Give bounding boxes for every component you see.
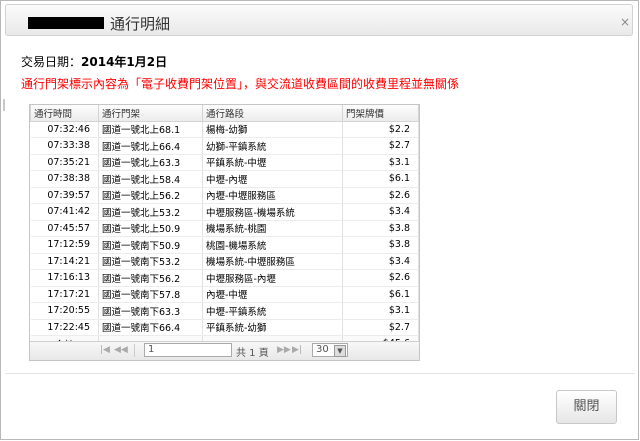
page-number-input[interactable]: 1 (144, 343, 232, 357)
cell-segment: 中壢服務區-內壢 (202, 269, 343, 287)
close-button[interactable]: 關閉 (556, 390, 617, 424)
close-icon[interactable]: × (618, 14, 632, 30)
table-row[interactable]: 07:35:21 國道一號北上63.3 平鎮系統-中壢 $3.1 (30, 154, 419, 171)
cell-gantry: 國道一號南下66.4 (98, 319, 203, 336)
table-row[interactable]: 17:20:55 國道一號南下63.3 中壢-平鎮系統 $3.1 (30, 302, 419, 320)
table-row[interactable]: 17:14:21 國道一號南下53.2 機場系統-中壢服務區 $3.4 (30, 253, 419, 270)
page-size-select[interactable]: 30 ▼ (312, 343, 348, 357)
dialog-title: 通行明細 (110, 15, 171, 33)
cell-price: $2.2 (342, 121, 419, 138)
cell-segment: 桃園-機場系統 (202, 236, 343, 254)
trade-date-label: 交易日期： (21, 55, 82, 69)
cell-price: $6.1 (342, 286, 419, 303)
header-segment[interactable]: 通行路段 (202, 105, 343, 122)
trip-detail-dialog: 通行明細 × 交易日期：2014年1月2日 通行門架標示內容為「電子收費門架位置… (0, 0, 639, 440)
cell-price: $2.7 (342, 319, 419, 336)
cell-gantry: 國道一號北上63.3 (98, 154, 203, 171)
cell-gantry: 國道一號北上53.2 (98, 203, 203, 221)
cell-pass-time: 07:39:57 (30, 187, 99, 204)
cell-pass-time: 07:41:42 (30, 203, 99, 221)
cell-price: $3.8 (342, 220, 419, 237)
cell-price: $2.6 (342, 269, 419, 287)
cell-gantry: 國道一號北上68.1 (98, 121, 203, 138)
cell-pass-time: 07:33:38 (30, 137, 99, 155)
cell-pass-time: 07:35:21 (30, 154, 99, 171)
grid-pager: |◀ ◀◀ 1 共 1 頁 ▶▶ ▶| 30 ▼ (30, 341, 419, 360)
last-page-icon[interactable]: ▶| (292, 345, 302, 355)
table-row[interactable]: 07:33:38 國道一號北上66.4 幼獅-平鎮系統 $2.7 (30, 137, 419, 155)
cell-price: $3.4 (342, 203, 419, 221)
cell-segment: 中壢-平鎮系統 (202, 302, 343, 320)
prev-page-icon[interactable]: ◀◀ (114, 345, 128, 355)
cell-segment: 楊梅-幼獅 (202, 121, 343, 138)
cell-segment: 內壢-中壢服務區 (202, 187, 343, 204)
cell-price: $6.1 (342, 170, 419, 188)
cell-gantry: 國道一號南下57.8 (98, 286, 203, 303)
cell-segment: 機場系統-中壢服務區 (202, 253, 343, 270)
cell-gantry: 國道一號南下63.3 (98, 302, 203, 320)
cell-segment: 機場系統-桃園 (202, 220, 343, 237)
cell-gantry: 國道一號南下56.2 (98, 269, 203, 287)
cell-gantry: 國道一號北上58.4 (98, 170, 203, 188)
table-row[interactable]: 07:38:38 國道一號北上58.4 中壢-內壢 $6.1 (30, 170, 419, 188)
first-page-icon[interactable]: |◀ (100, 345, 110, 355)
cell-pass-time: 17:17:21 (30, 286, 99, 303)
next-page-icon[interactable]: ▶▶ (277, 345, 291, 355)
cell-segment: 平鎮系統-中壢 (202, 154, 343, 171)
pager-divider (134, 344, 135, 357)
table-row[interactable]: 17:16:13 國道一號南下56.2 中壢服務區-內壢 $2.6 (30, 269, 419, 287)
header-pass-time[interactable]: 通行時間 (30, 105, 99, 122)
cell-pass-time: 17:22:45 (30, 319, 99, 336)
cell-pass-time: 07:32:46 (30, 121, 99, 138)
cell-price: $3.4 (342, 253, 419, 270)
cell-gantry: 國道一號北上50.9 (98, 220, 203, 237)
cell-price: $3.1 (342, 302, 419, 320)
trip-table: 通行時間 通行門架 通行路段 門架牌價 07:32:46 國道一號北上68.1 楊梅… (30, 105, 419, 353)
cell-gantry: 國道一號南下50.9 (98, 236, 203, 254)
cell-pass-time: 17:20:55 (30, 302, 99, 320)
table-row[interactable]: 17:17:21 國道一號南下57.8 內壢-中壢 $6.1 (30, 286, 419, 303)
cell-price: $3.8 (342, 236, 419, 254)
cell-pass-time: 17:14:21 (30, 253, 99, 270)
cell-gantry: 國道一號北上66.4 (98, 137, 203, 155)
table-row[interactable]: 07:45:57 國道一號北上50.9 機場系統-桃園 $3.8 (30, 220, 419, 237)
page-count-text: 共 1 頁 (236, 348, 269, 359)
header-price[interactable]: 門架牌價 (342, 105, 419, 122)
cell-pass-time: 07:38:38 (30, 170, 99, 188)
cell-gantry: 國道一號北上56.2 (98, 187, 203, 204)
table-row[interactable]: 17:12:59 國道一號南下50.9 桃園-機場系統 $3.8 (30, 236, 419, 254)
table-row[interactable]: 07:39:57 國道一號北上56.2 內壢-中壢服務區 $2.6 (30, 187, 419, 204)
cell-gantry: 國道一號南下53.2 (98, 253, 203, 270)
header-gantry[interactable]: 通行門架 (98, 105, 203, 122)
footer-divider (5, 373, 635, 374)
cell-segment: 內壢-中壢 (202, 286, 343, 303)
cell-pass-time: 07:45:57 (30, 220, 99, 237)
cell-segment: 中壢服務區-機場系統 (202, 203, 343, 221)
cell-pass-time: 17:12:59 (30, 236, 99, 254)
cell-price: $2.7 (342, 137, 419, 155)
table-row[interactable]: 17:22:45 國道一號南下66.4 平鎮系統-幼獅 $2.7 (30, 319, 419, 336)
table-row[interactable]: 07:32:46 國道一號北上68.1 楊梅-幼獅 $2.2 (30, 121, 419, 138)
cell-price: $2.6 (342, 187, 419, 204)
cell-segment: 平鎮系統-幼獅 (202, 319, 343, 336)
cell-segment: 中壢-內壢 (202, 170, 343, 188)
dropdown-arrow-icon[interactable]: ▼ (334, 345, 346, 357)
table-row[interactable]: 07:41:42 國道一號北上53.2 中壢服務區-機場系統 $3.4 (30, 203, 419, 221)
page-size-value: 30 (316, 344, 329, 355)
scroll-marker (3, 99, 5, 111)
cell-segment: 幼獅-平鎮系統 (202, 137, 343, 155)
table-header-row: 通行時間 通行門架 通行路段 門架牌價 (30, 105, 419, 122)
gantry-notice: 通行門架標示內容為「電子收費門架位置」，與交流道收費區間的收費里程並無關係 (21, 77, 460, 91)
trade-date: 交易日期：2014年1月2日 (21, 53, 167, 70)
trade-date-value: 2014年1月2日 (81, 55, 168, 69)
trip-grid: 通行時間 通行門架 通行路段 門架牌價 07:32:46 國道一號北上68.1 楊梅… (29, 104, 420, 361)
redacted-title-prefix (28, 17, 104, 29)
dialog-titlebar: 通行明細 × (5, 4, 633, 36)
cell-price: $3.1 (342, 154, 419, 171)
cell-pass-time: 17:16:13 (30, 269, 99, 287)
